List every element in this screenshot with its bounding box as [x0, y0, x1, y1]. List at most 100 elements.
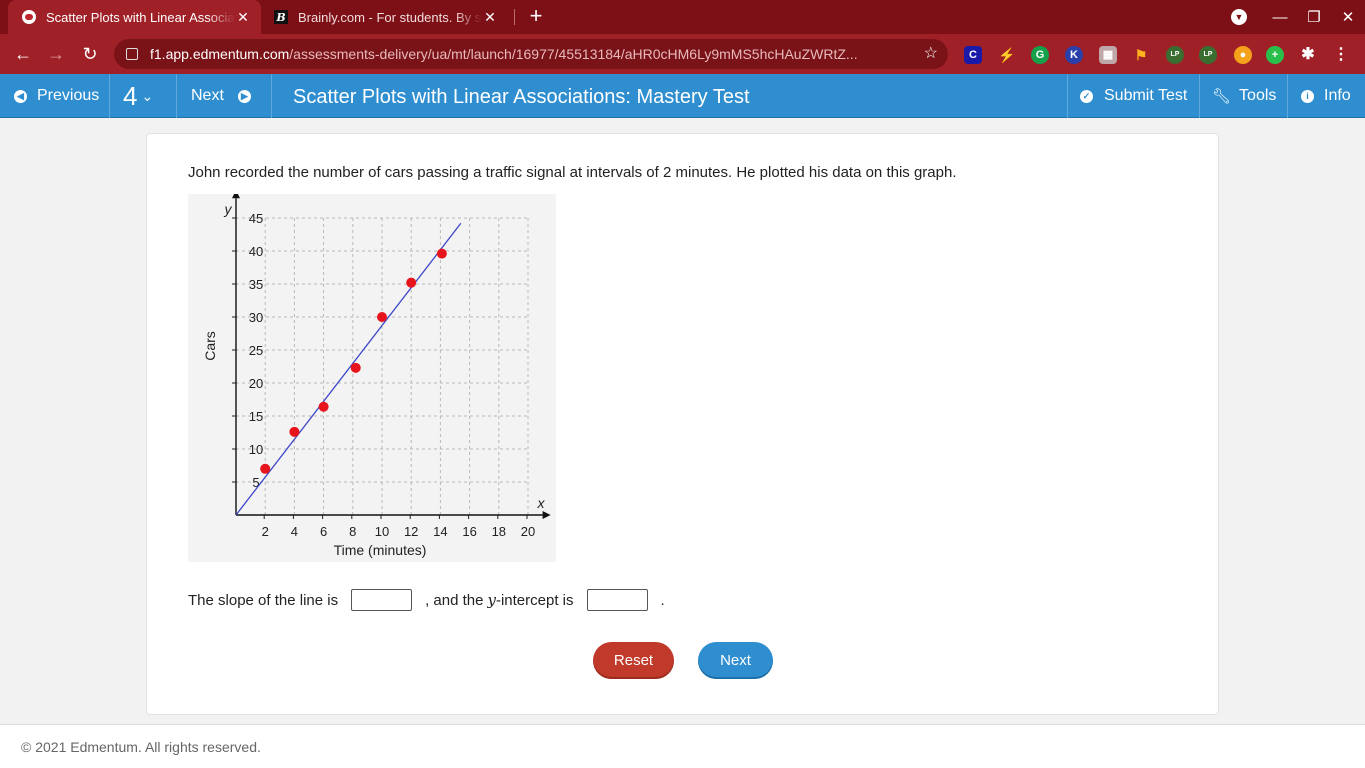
- next-label: Next: [191, 87, 224, 104]
- site-info-icon[interactable]: [126, 48, 138, 60]
- check-circle-icon: ✓: [1080, 89, 1093, 103]
- data-point: [406, 277, 417, 288]
- header-divider: [271, 74, 272, 118]
- y-tick-label: 5: [252, 475, 259, 490]
- x-axis-variable: x: [537, 495, 546, 511]
- y-tick-label: 25: [249, 343, 263, 358]
- data-point: [436, 248, 447, 259]
- y-tick-label: 30: [249, 310, 263, 325]
- grammarly-icon[interactable]: G: [1031, 46, 1049, 64]
- slope-prompt: The slope of the line is: [188, 591, 339, 609]
- x-tick-label: 16: [462, 524, 476, 539]
- puzzle-extension-icon[interactable]: ▦: [1099, 46, 1117, 64]
- info-label: Info: [1324, 87, 1351, 104]
- header-divider: [1067, 74, 1068, 118]
- copyright-text: © 2021 Edmentum. All rights reserved.: [21, 739, 261, 755]
- arrow-right-icon: ▶: [237, 89, 251, 103]
- tab-edmentum[interactable]: Scatter Plots with Linear Associa ✕: [8, 0, 261, 34]
- y-axis-arrow: [232, 190, 240, 199]
- question-number: 4: [123, 80, 138, 111]
- intercept-prompt-1: , and the: [425, 591, 484, 609]
- lp-extension-icon-2[interactable]: LP: [1199, 46, 1217, 64]
- submit-label: Submit Test: [1104, 87, 1188, 104]
- chevron-down-icon: ⌄: [141, 87, 154, 104]
- url-host: f1.app.edmentum.com: [150, 46, 290, 62]
- y-tick-label: 45: [249, 211, 263, 226]
- minimize-icon[interactable]: —: [1263, 9, 1297, 26]
- reset-button[interactable]: Reset: [593, 642, 674, 679]
- assessment-header: ◀ Previous 4 ⌄ Next ▶ Scatter Plots with…: [0, 74, 1365, 118]
- close-icon[interactable]: ✕: [482, 9, 498, 26]
- x-tick-label: 4: [291, 524, 298, 539]
- tab-search-icon[interactable]: ▼: [1231, 9, 1247, 25]
- x-tick-label: 6: [320, 524, 327, 539]
- x-tick-label: 20: [521, 524, 535, 539]
- chart-grid: [236, 217, 529, 515]
- next-question-button[interactable]: Next ▶: [191, 74, 251, 118]
- trend-line: [235, 222, 462, 516]
- header-divider: [1199, 74, 1200, 118]
- next-button[interactable]: Next: [698, 642, 773, 679]
- k-extension-icon[interactable]: K: [1065, 46, 1083, 64]
- c-extension-icon[interactable]: C: [964, 46, 982, 64]
- green-plus-extension-icon[interactable]: +: [1266, 46, 1284, 64]
- data-point: [318, 401, 329, 412]
- reload-icon[interactable]: ↻: [78, 42, 102, 66]
- y-tick-label: 15: [249, 409, 263, 424]
- y-tick-label: 20: [249, 376, 263, 391]
- window-close-icon[interactable]: ✕: [1331, 8, 1365, 26]
- x-tick-label: 10: [375, 524, 389, 539]
- question-selector[interactable]: 4 ⌄: [123, 74, 153, 118]
- info-icon: i: [1301, 89, 1314, 103]
- x-axis-label: Time (minutes): [334, 542, 427, 558]
- tools-button[interactable]: 🔧︎ Tools: [1212, 74, 1276, 118]
- info-button[interactable]: i Info: [1301, 74, 1351, 118]
- intercept-prompt-2: -intercept is: [495, 591, 574, 609]
- chart-axes: [232, 190, 551, 519]
- lp-extension-icon[interactable]: LP: [1166, 46, 1184, 64]
- on-extension-icon[interactable]: ●: [1234, 46, 1252, 64]
- test-title: Scatter Plots with Linear Associations: …: [293, 86, 750, 108]
- data-points: [260, 248, 447, 474]
- slope-input[interactable]: [351, 589, 413, 611]
- submit-test-button[interactable]: ✓ Submit Test: [1080, 74, 1187, 118]
- extensions-puzzle-icon[interactable]: ✱: [1299, 46, 1317, 64]
- browser-menu-icon[interactable]: ⋮: [1332, 46, 1350, 64]
- new-tab-icon[interactable]: +: [524, 4, 548, 28]
- data-point: [260, 463, 271, 474]
- x-tick-label: 2: [262, 524, 269, 539]
- y-tick-label: 10: [249, 442, 263, 457]
- x-tick-label: 12: [404, 524, 418, 539]
- scatter-plot-svg: 2 4 6 8 10 12 14 16 18 20 5 10 15 20 25 30 35 40 45 x y Ti…: [202, 190, 551, 558]
- x-axis-arrow: [542, 511, 551, 519]
- answer-period: .: [660, 591, 665, 609]
- wrench-icon: 🔧︎: [1212, 88, 1232, 105]
- url-path: /assessments-delivery/ua/mt/launch/16977…: [289, 46, 858, 62]
- answer-row: The slope of the line is , and the y -in…: [188, 588, 665, 612]
- window-controls: — ❐ ✕: [1263, 0, 1365, 34]
- chart-tick-labels: 2 4 6 8 10 12 14 16 18 20 5 10 15 20 25 30 35 40 45: [249, 211, 535, 539]
- bookmark-star-icon[interactable]: ☆: [924, 43, 938, 63]
- back-arrow-icon[interactable]: ←: [11, 42, 35, 66]
- close-icon[interactable]: ✕: [235, 9, 251, 26]
- data-point: [289, 426, 300, 437]
- data-point: [350, 362, 361, 373]
- x-tick-label: 18: [492, 524, 506, 539]
- tab-brainly[interactable]: B Brainly.com - For students. By st ✕: [264, 0, 508, 34]
- tab-separator: [514, 9, 515, 25]
- x-tick-label: 14: [433, 524, 447, 539]
- restore-icon[interactable]: ❐: [1297, 8, 1331, 26]
- forward-arrow-icon[interactable]: →: [44, 42, 68, 66]
- arrow-left-icon: ◀: [14, 89, 27, 103]
- intercept-input[interactable]: [586, 589, 648, 611]
- flag-extension-icon[interactable]: ⚑: [1132, 46, 1150, 64]
- previous-button[interactable]: ◀ Previous: [14, 74, 99, 118]
- data-point: [377, 312, 387, 322]
- address-bar[interactable]: f1.app.edmentum.com /assessments-deliver…: [114, 39, 948, 69]
- y-axis-variable: y: [224, 201, 233, 217]
- intercept-prompt-var: y: [487, 591, 496, 609]
- brainly-icon: B: [274, 10, 288, 24]
- blue-bolt-extension-icon[interactable]: ⚡: [998, 46, 1016, 64]
- browser-tab-strip: Scatter Plots with Linear Associa ✕ B Br…: [0, 0, 1365, 34]
- y-axis-label: Cars: [202, 331, 218, 361]
